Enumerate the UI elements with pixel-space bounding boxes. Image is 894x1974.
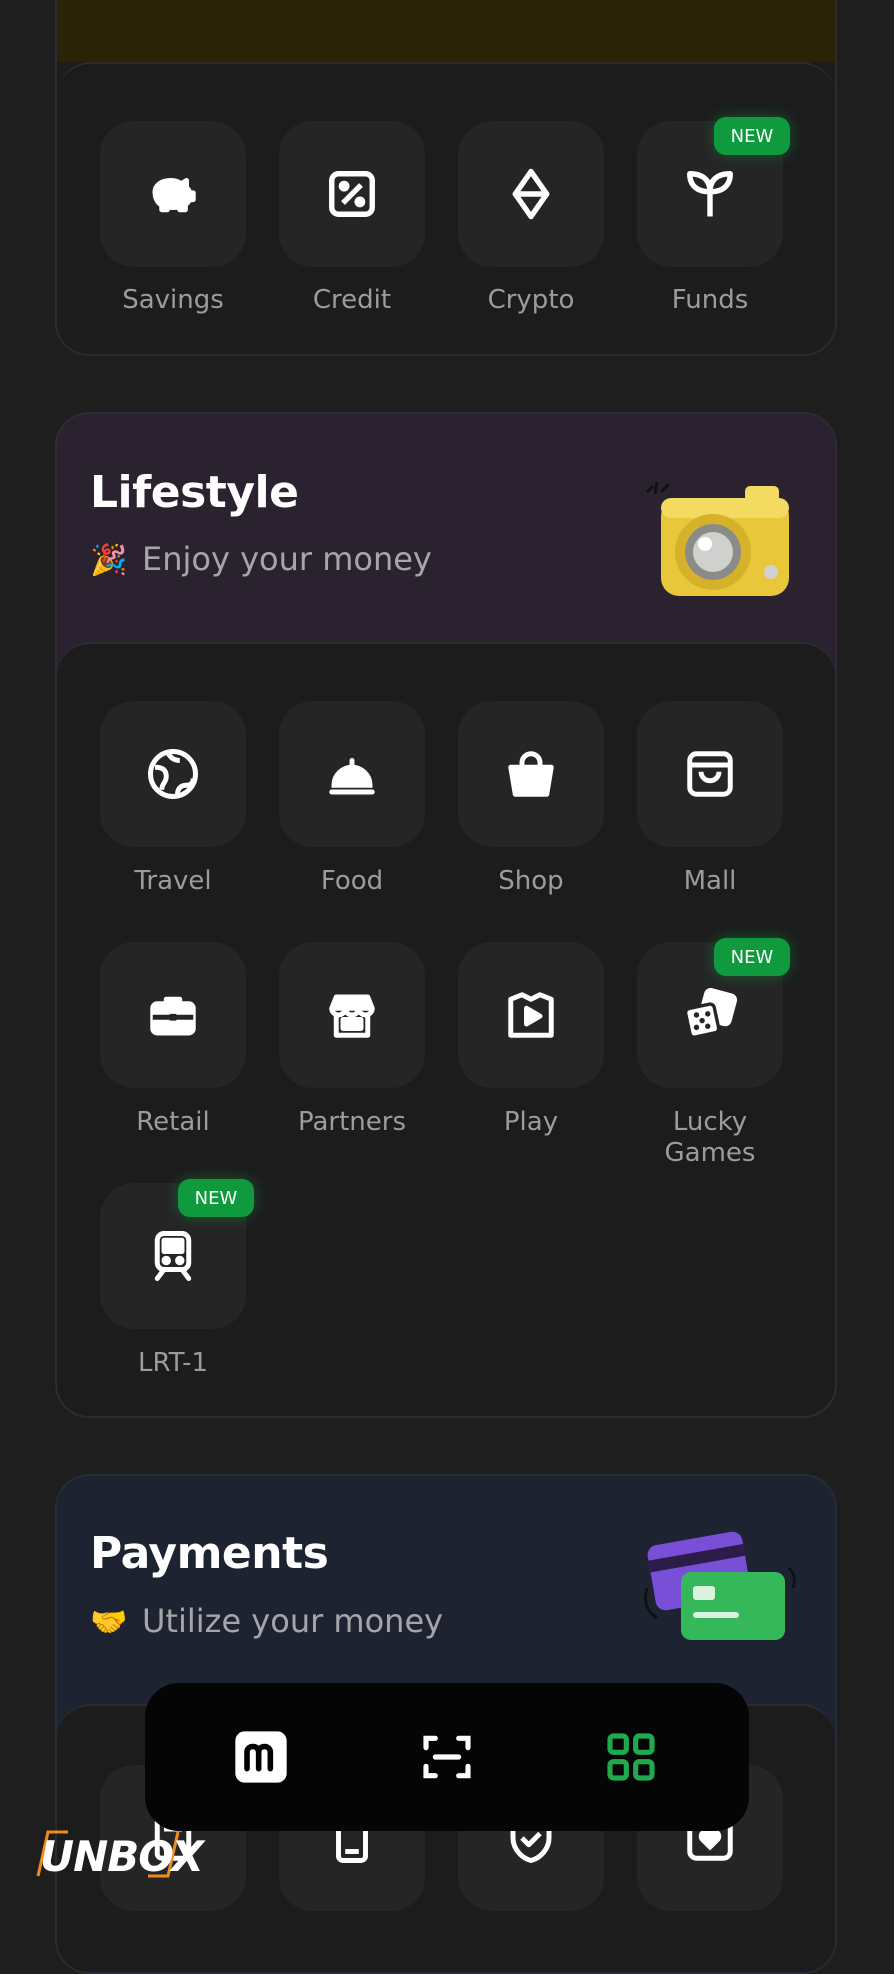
watermark-text: UNBOX: [40, 1832, 204, 1881]
scan-icon: [423, 1735, 471, 1779]
play-label: Play: [503, 1107, 559, 1137]
travel-button[interactable]: [100, 701, 246, 847]
briefcase-icon: [150, 996, 196, 1036]
diamond-icon: [512, 168, 550, 220]
sprout-icon: [687, 171, 733, 217]
partners-label: Partners: [297, 1107, 407, 1137]
lifestyle-title: Lifestyle: [90, 467, 299, 518]
lifestyle-subtitle-text: Enjoy your money: [142, 540, 432, 578]
shop-label: Shop: [498, 866, 564, 896]
partners-button[interactable]: [279, 942, 425, 1088]
shop-button[interactable]: [458, 701, 604, 847]
lifestyle-subtitle: 🎉 Enjoy your money: [90, 540, 432, 578]
funds-label: Funds: [671, 285, 749, 315]
savings-label: Savings: [122, 285, 224, 315]
food-button[interactable]: [279, 701, 425, 847]
mall-label: Mall: [683, 866, 737, 896]
crypto-button[interactable]: [458, 121, 604, 267]
services-tab[interactable]: [601, 1727, 661, 1787]
play-button[interactable]: [458, 942, 604, 1088]
maya-logo-icon: [235, 1731, 287, 1783]
food-label: Food: [320, 866, 384, 896]
payments-title: Payments: [90, 1528, 329, 1579]
shopping-bag-icon: [687, 751, 733, 797]
bottom-nav: [145, 1683, 749, 1831]
lrt-1-label: LRT-1: [137, 1348, 209, 1378]
unbox-watermark: UNBOX: [28, 1822, 204, 1886]
new-badge: NEW: [714, 938, 790, 976]
credit-label: Credit: [312, 285, 392, 315]
retail-button[interactable]: [100, 942, 246, 1088]
piggy-bank-icon: [152, 178, 196, 213]
cloche-icon: [329, 758, 375, 795]
banner-strip: [57, 0, 835, 62]
grid-icon: [607, 1733, 655, 1781]
savings-button[interactable]: [100, 121, 246, 267]
payments-subtitle-text: Utilize your money: [142, 1602, 444, 1640]
mall-button[interactable]: [637, 701, 783, 847]
home-tab[interactable]: [231, 1727, 291, 1787]
travel-label: Travel: [134, 866, 212, 896]
lucky-games-label: Lucky Games: [664, 1107, 756, 1168]
handshake-icon: 🤝: [90, 1605, 128, 1640]
retail-label: Retail: [136, 1107, 210, 1137]
globe-icon: [148, 749, 198, 799]
percent-icon: [329, 171, 375, 217]
cards-illustration: [643, 1531, 796, 1640]
storefront-icon: [329, 994, 375, 1038]
train-icon: [154, 1231, 192, 1281]
party-popper-icon: 🎉: [90, 543, 128, 578]
camera-illustration: [645, 481, 789, 596]
dice-icon: [683, 988, 737, 1039]
payments-subtitle: 🤝 Utilize your money: [90, 1602, 443, 1640]
new-badge: NEW: [714, 117, 790, 155]
credit-button[interactable]: [279, 121, 425, 267]
new-badge: NEW: [178, 1179, 254, 1217]
crypto-label: Crypto: [487, 285, 575, 315]
basket-icon: [508, 751, 554, 797]
play-book-icon: [508, 992, 554, 1038]
scan-tab[interactable]: [417, 1727, 477, 1787]
